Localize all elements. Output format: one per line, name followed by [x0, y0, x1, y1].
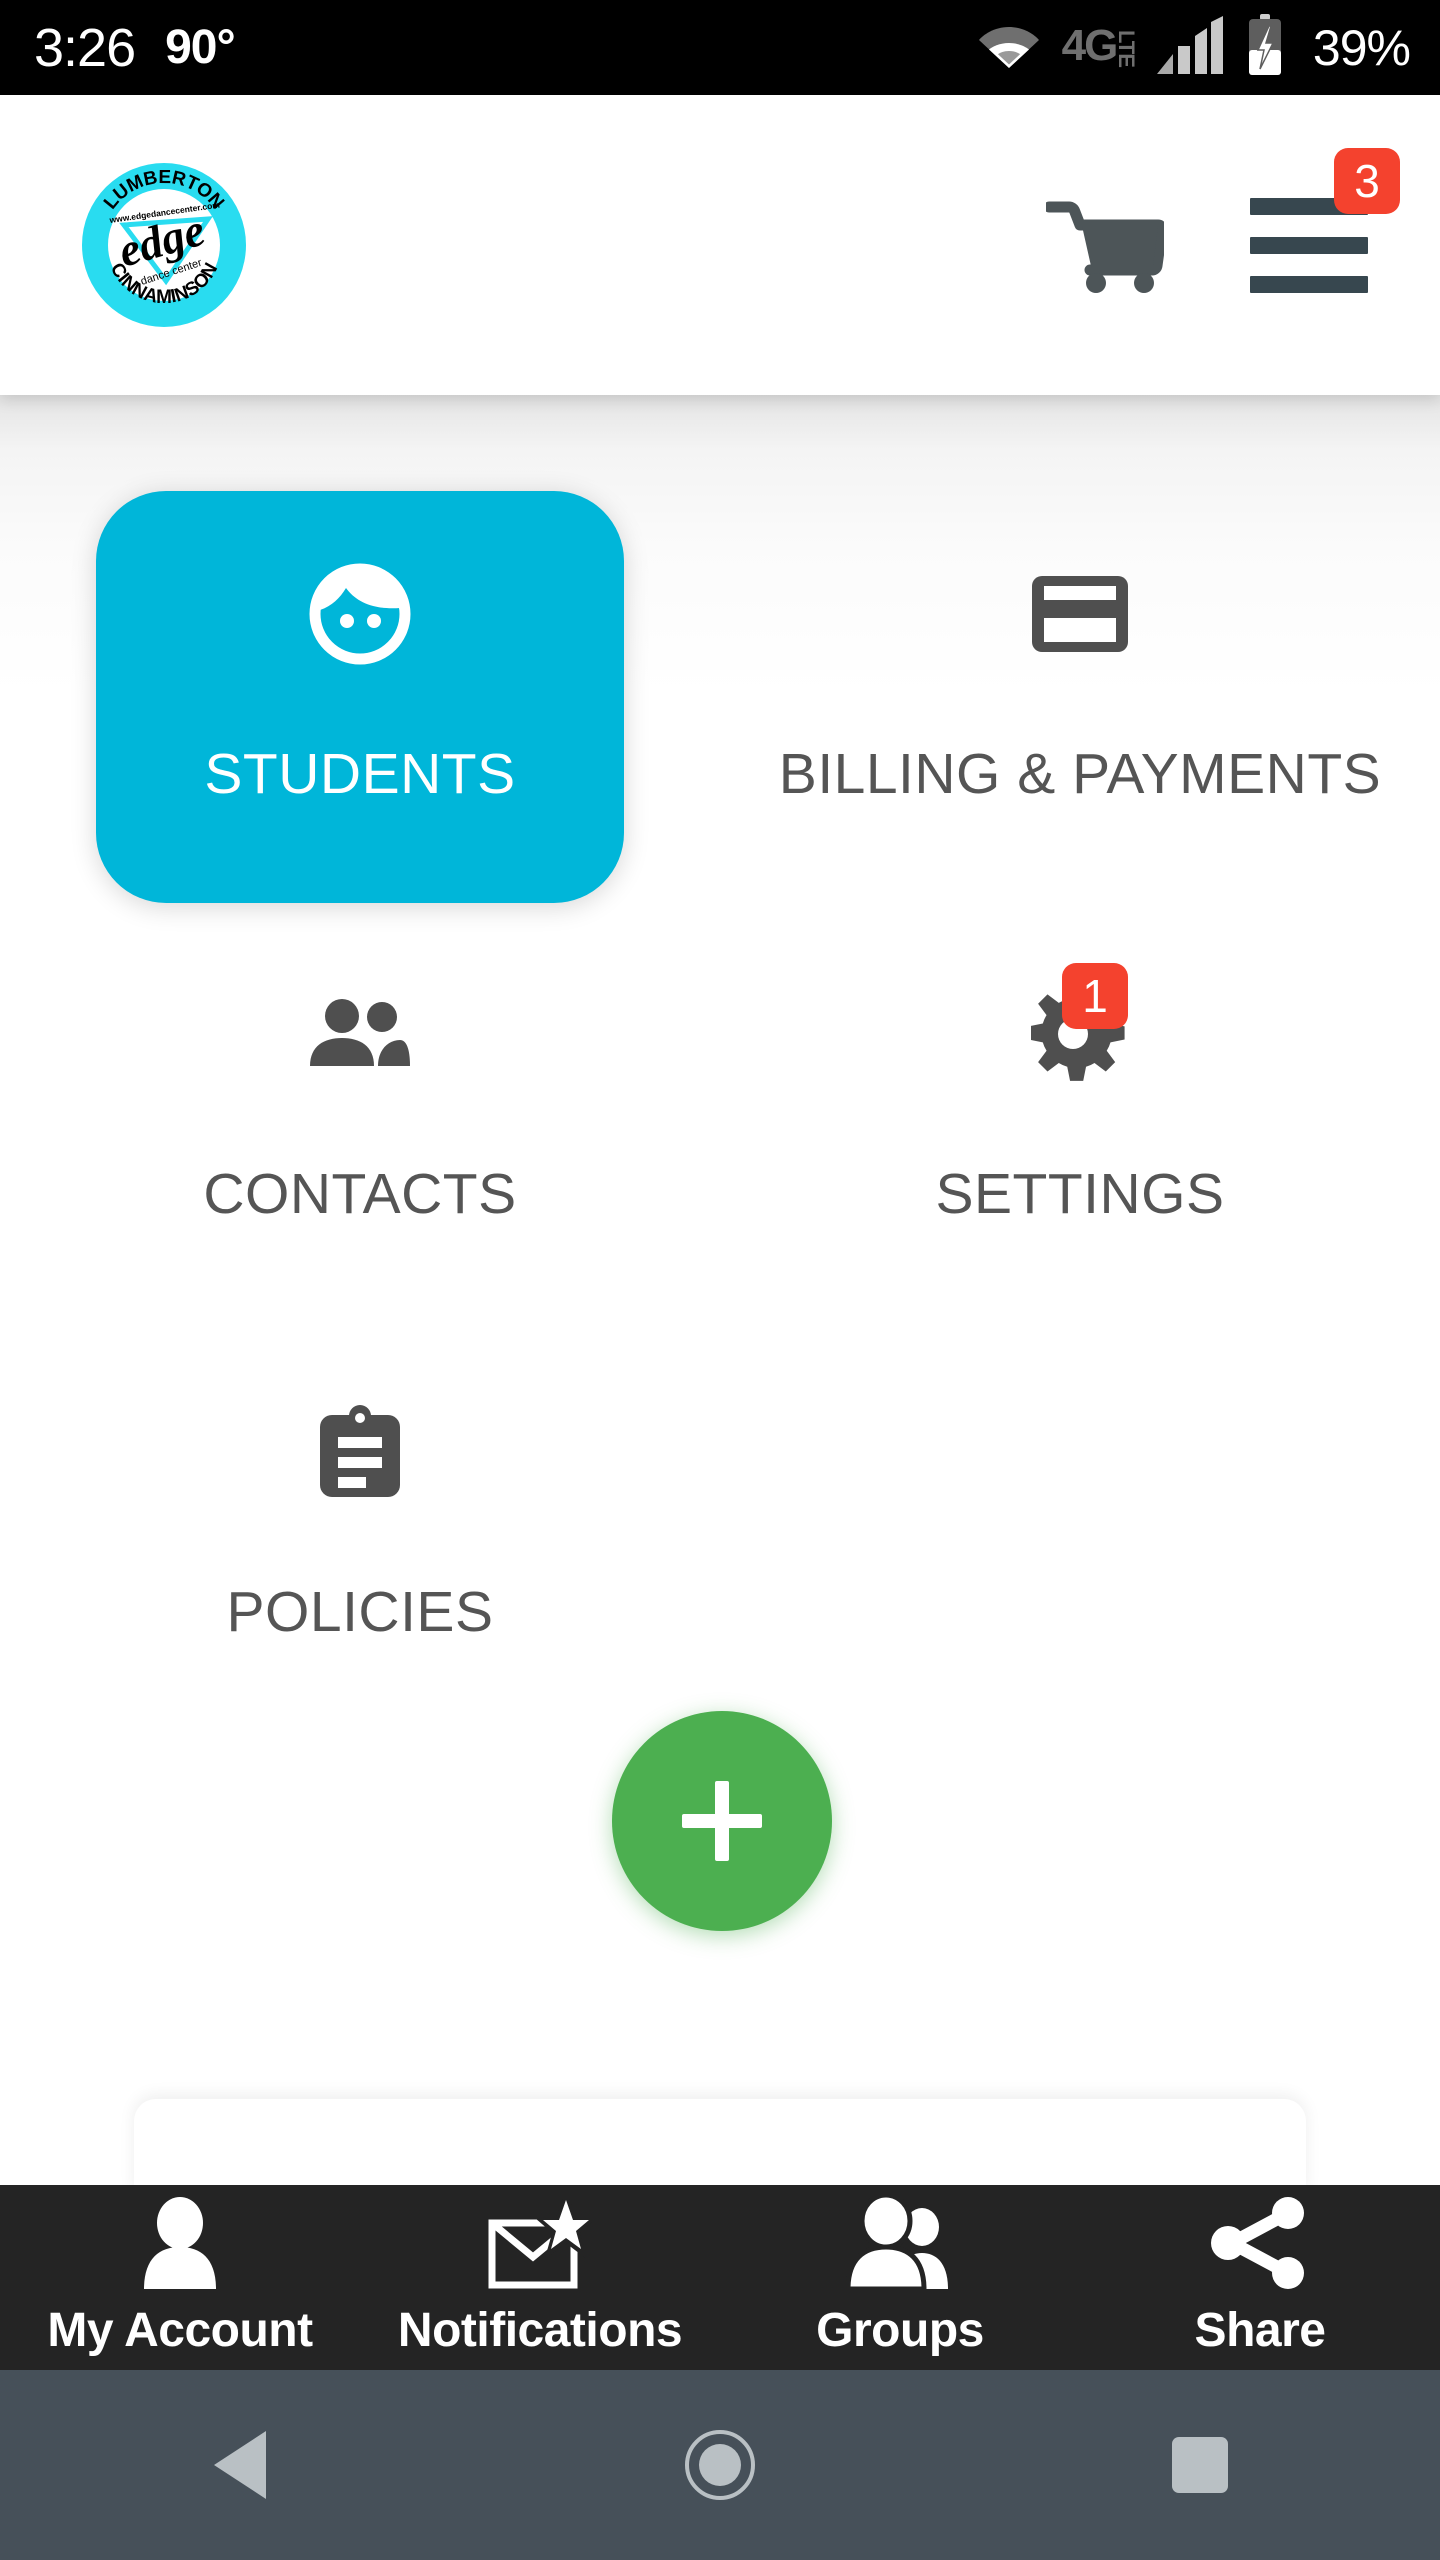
dashboard-content: STUDENTS BILLING & PAYMENTS CONTACTS 1 S…	[0, 395, 1440, 2185]
network-type-label: 4G LTE	[1061, 21, 1139, 71]
status-bar-left: 3:26 90°	[34, 17, 236, 79]
contacts-icon	[306, 996, 414, 1077]
back-triangle-icon	[214, 2431, 266, 2499]
tile-students[interactable]: STUDENTS	[0, 491, 720, 911]
system-home-button[interactable]	[620, 2370, 820, 2560]
tile-contacts[interactable]: CONTACTS	[0, 911, 720, 1329]
hamburger-menu-icon-bar2	[1250, 236, 1368, 254]
tile-settings[interactable]: 1 SETTINGS	[720, 911, 1440, 1329]
nav-item-notifications[interactable]: Notifications	[360, 2185, 720, 2370]
battery-percent: 39%	[1312, 19, 1411, 76]
tile-empty-slot	[720, 1329, 1440, 1659]
add-button-row	[0, 1659, 1440, 1959]
plus-icon	[682, 1781, 762, 1861]
status-bar: 3:26 90° 4G LTE 39%	[0, 0, 1440, 95]
nav-item-my-account[interactable]: My Account	[0, 2185, 360, 2370]
app-header-actions: 3	[1043, 148, 1400, 300]
nav-label: Groups	[816, 2304, 984, 2357]
hamburger-menu-button[interactable]: 3	[1250, 148, 1400, 300]
tile-label: BILLING & PAYMENTS	[778, 742, 1382, 806]
bottom-navigation: My Account Notifications Groups Share	[0, 2185, 1440, 2370]
system-back-button[interactable]	[140, 2370, 340, 2560]
status-temperature: 90°	[165, 21, 236, 74]
edge-dance-center-logo[interactable]: LUMBERTON CINNAMINSON www.edgedancecente…	[80, 161, 248, 329]
tile-label: STUDENTS	[204, 742, 516, 806]
peek-card[interactable]	[134, 2099, 1306, 2185]
nav-item-groups[interactable]: Groups	[720, 2185, 1080, 2370]
status-time: 3:26	[34, 17, 136, 78]
shopping-cart-button[interactable]	[1043, 193, 1168, 298]
person-icon	[139, 2197, 221, 2289]
credit-card-icon	[1028, 572, 1132, 661]
mail-star-icon	[488, 2197, 592, 2289]
dashboard-grid: STUDENTS BILLING & PAYMENTS CONTACTS 1 S…	[0, 395, 1440, 1959]
clipboard-icon	[316, 1403, 404, 1506]
wifi-icon	[978, 21, 1040, 74]
settings-badge: 1	[1062, 963, 1128, 1029]
tile-billing-payments[interactable]: BILLING & PAYMENTS	[720, 491, 1440, 911]
nav-label: Notifications	[397, 2304, 683, 2357]
status-bar-right: 4G LTE 39%	[978, 14, 1411, 81]
app-header: LUMBERTON CINNAMINSON www.edgedancecente…	[0, 95, 1440, 395]
tile-label: CONTACTS	[203, 1162, 517, 1226]
people-group-icon	[844, 2197, 956, 2289]
tile-label: POLICIES	[226, 1580, 494, 1644]
battery-charging-icon	[1245, 14, 1285, 81]
nav-label: Share	[1194, 2304, 1326, 2357]
nav-item-share[interactable]: Share	[1080, 2185, 1440, 2370]
home-circle-icon	[685, 2430, 755, 2500]
share-icon	[1210, 2197, 1310, 2289]
dashboard-row: POLICIES	[0, 1329, 1440, 1659]
tile-policies[interactable]: POLICIES	[0, 1329, 720, 1659]
hamburger-menu-icon-bar3	[1250, 275, 1368, 293]
system-recents-button[interactable]	[1100, 2370, 1300, 2560]
menu-badge: 3	[1334, 148, 1400, 214]
dashboard-row: CONTACTS 1 SETTINGS	[0, 911, 1440, 1329]
signal-bars-icon	[1156, 16, 1223, 79]
shopping-cart-icon	[1043, 193, 1168, 298]
dashboard-row: STUDENTS BILLING & PAYMENTS	[0, 491, 1440, 911]
tile-label: SETTINGS	[935, 1162, 1225, 1226]
child-face-icon	[308, 562, 412, 671]
recents-square-icon	[1172, 2437, 1228, 2493]
system-navigation-bar	[0, 2370, 1440, 2560]
add-button[interactable]	[612, 1711, 832, 1931]
phone-screen: 3:26 90° 4G LTE 39% LUMBERTON CINNAMINSO…	[0, 0, 1440, 2560]
nav-label: My Account	[47, 2304, 313, 2357]
